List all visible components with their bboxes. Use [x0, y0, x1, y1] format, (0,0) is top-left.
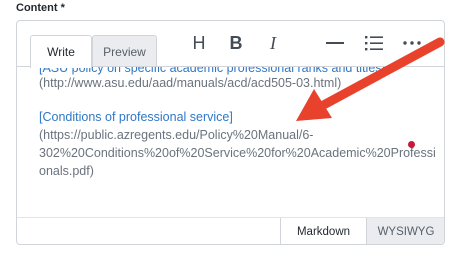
content-line-3: [Conditions of professional service] [39, 110, 233, 124]
content-line-5: 302%20Conditions%20of%20Service%20for%20… [39, 146, 436, 160]
tab-preview[interactable]: Preview [92, 35, 157, 67]
content-line-6: onals.pdf) [39, 164, 94, 178]
markdown-editor: Write Preview H B I [ASU policy on speci… [16, 20, 445, 245]
heading-icon[interactable]: H [187, 31, 211, 55]
cursor-dot [408, 141, 415, 148]
content-field-label: Content * [16, 2, 65, 14]
markdown-mode-button[interactable]: Markdown [280, 218, 366, 244]
content-line-4: (https://public.azregents.edu/Policy%20M… [39, 128, 314, 142]
heading-glyph: H [192, 32, 206, 53]
bold-icon[interactable]: B [224, 31, 248, 55]
editor-toolbar: Write Preview H B I [17, 21, 444, 68]
editor-footer: Markdown WYSIWYG [17, 217, 444, 244]
italic-icon[interactable]: I [261, 31, 285, 55]
italic-glyph: I [270, 32, 276, 53]
content-line-2: (http://www.asu.edu/aad/manuals/acd/acd5… [39, 76, 342, 90]
editor-text-area[interactable]: [ASU policy on specific academic profess… [17, 66, 444, 217]
bold-glyph: B [229, 32, 243, 53]
more-icon[interactable] [400, 31, 424, 55]
horizontal-rule-icon[interactable] [323, 31, 347, 55]
wysiwyg-mode-button[interactable]: WYSIWYG [366, 218, 444, 244]
bulleted-list-icon[interactable] [362, 31, 386, 55]
tab-write[interactable]: Write [30, 35, 92, 68]
